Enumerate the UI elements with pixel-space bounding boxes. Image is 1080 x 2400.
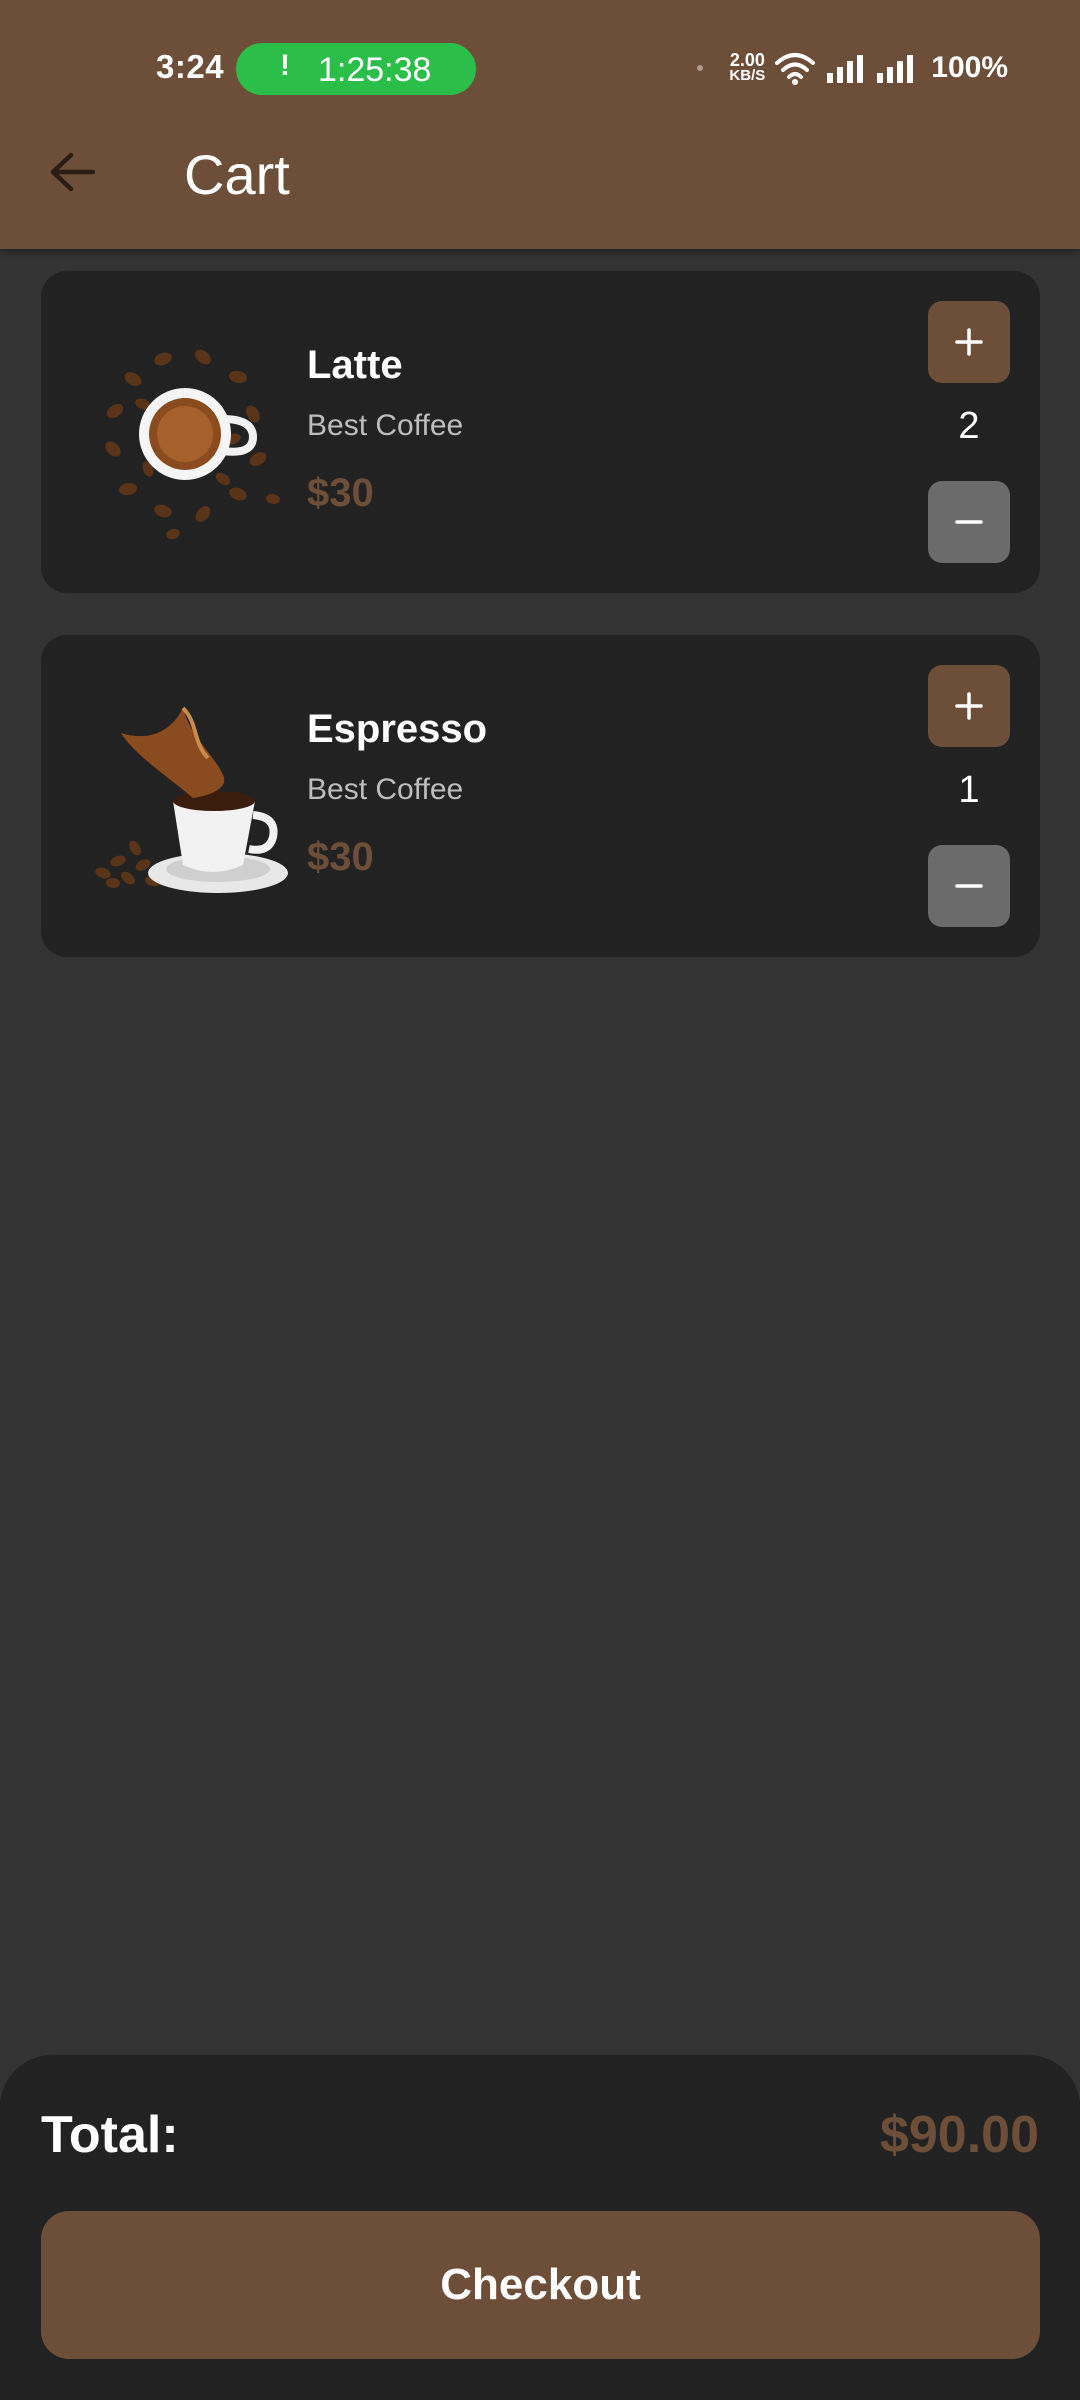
cart-item: Espresso Best Coffee $30 1 (41, 635, 1040, 957)
plus-icon (955, 692, 983, 720)
quantity-value: 2 (958, 405, 980, 447)
total-value: $90.00 (879, 2106, 1039, 2164)
item-subtitle: Best Coffee (307, 409, 464, 442)
signal-2-icon (877, 55, 914, 83)
network-speed: 2.00 KB/S (729, 50, 766, 84)
arrow-left-icon (50, 152, 95, 192)
item-subtitle: Best Coffee (307, 773, 464, 806)
checkout-panel: Total: $90.00 Checkout (0, 2055, 1080, 2400)
quantity-value: 1 (958, 769, 980, 811)
item-price: $30 (307, 835, 374, 879)
ongoing-call-pill[interactable]: ! 1:25:38 (236, 43, 476, 95)
checkout-button[interactable]: Checkout (41, 2211, 1040, 2359)
increase-quantity-button[interactable] (928, 301, 1010, 383)
item-name: Espresso (307, 707, 488, 751)
status-icons: 2.00 KB/S 100% (697, 46, 1008, 90)
app-bar: 3:24 ! 1:25:38 2.00 KB/S 100% Cart (0, 0, 1080, 249)
cart-item: Latte Best Coffee $30 2 (41, 271, 1040, 593)
item-name: Latte (307, 343, 403, 387)
back-button[interactable] (40, 140, 104, 204)
page-title: Cart (184, 143, 290, 206)
plus-icon (955, 328, 983, 356)
notification-dot-icon (697, 65, 704, 71)
espresso-image (95, 706, 288, 893)
call-timer: 1:25:38 (318, 51, 432, 89)
latte-image (105, 349, 280, 540)
decrease-quantity-button[interactable] (928, 845, 1010, 927)
minus-icon (955, 884, 983, 888)
total-label: Total: (41, 2106, 179, 2164)
decrease-quantity-button[interactable] (928, 481, 1010, 563)
increase-quantity-button[interactable] (928, 665, 1010, 747)
call-alert-icon: ! (280, 49, 290, 82)
status-time: 3:24 (156, 48, 225, 85)
item-price: $30 (307, 471, 374, 515)
signal-1-icon (827, 55, 864, 83)
wifi-icon (775, 53, 816, 85)
battery-level: 100% (931, 51, 1008, 84)
minus-icon (955, 520, 983, 524)
